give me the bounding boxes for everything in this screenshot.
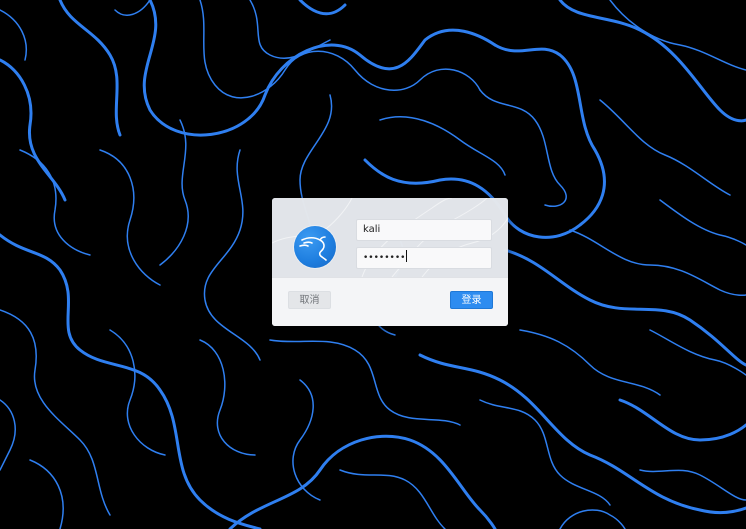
login-button[interactable]: 登录 [450,291,493,309]
kali-dragon-icon [299,236,327,261]
desktop: kali •••••••• 取消 登录 [0,0,746,529]
username-field[interactable]: kali [356,219,492,241]
password-field[interactable]: •••••••• [356,247,492,269]
login-dialog: kali •••••••• 取消 登录 [272,198,508,326]
text-cursor [406,250,408,262]
username-value: kali [363,224,381,235]
user-avatar [294,226,336,268]
login-dialog-header: kali •••••••• [272,198,508,277]
password-masked-value: •••••••• [363,253,406,263]
cancel-button[interactable]: 取消 [288,291,331,309]
